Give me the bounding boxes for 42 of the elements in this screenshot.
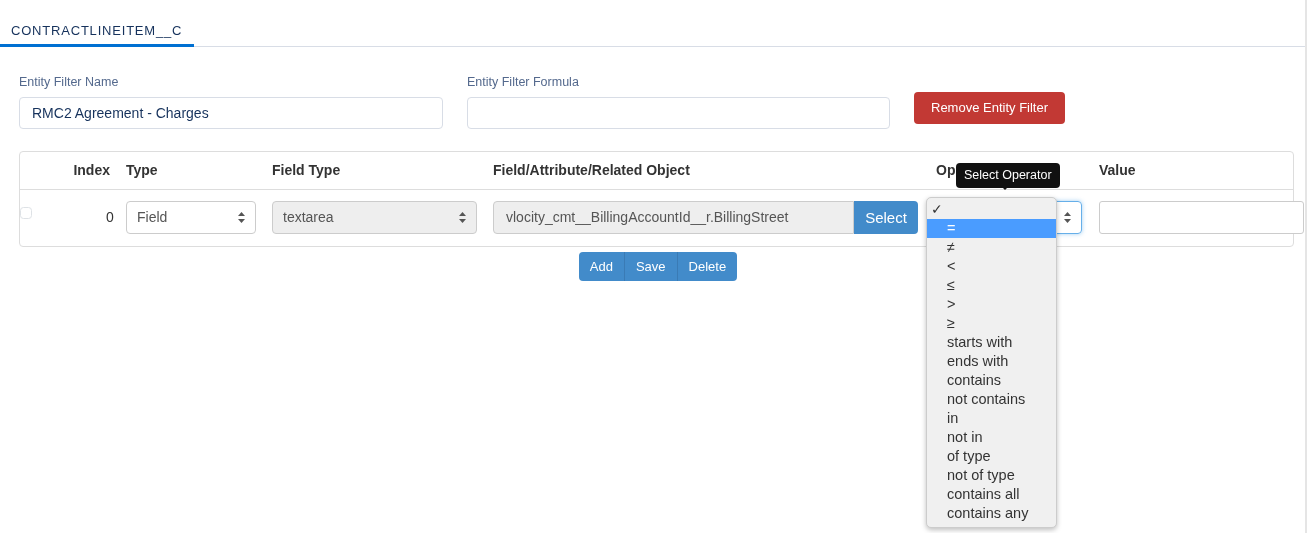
type-select[interactable]: Field [126,201,256,235]
menu-option[interactable]: not in [927,428,1056,447]
tab[interactable]: CONTRACTLINEITEM__C [0,0,195,47]
column-header: Field Type [272,160,342,180]
field-label: Entity Filter Name [19,74,119,91]
row-index: 0 [106,208,114,228]
checkmark-icon: ✓ [927,200,943,219]
column-header: Value [1099,160,1137,180]
menu-option[interactable]: < [927,257,1056,276]
field-label: Entity Filter Formula [467,74,579,91]
tooltip: Select Operator [956,163,1060,188]
menu-option[interactable]: contains all [927,485,1056,504]
sort-arrows-icon [1064,212,1071,224]
entity-filter-name-field[interactable]: RMC2 Agreement - Charges [19,96,443,129]
menu-option[interactable]: in [927,409,1056,428]
field-type-select[interactable]: textarea [272,201,477,235]
menu-option[interactable]: contains [927,371,1056,390]
menu-option[interactable]: contains any [927,504,1056,523]
field-input[interactable]: vlocity_cmt__BillingAccountId__r.BillingStreet [493,201,854,235]
column-header: Type [126,160,159,180]
menu-option[interactable]: not contains [927,390,1056,409]
menu-option[interactable]: ≤ [927,276,1056,295]
menu-option[interactable]: ≥ [927,314,1056,333]
save-button[interactable]: Save [624,251,678,281]
add-button[interactable]: Add [578,251,625,281]
sort-arrows-icon [459,212,466,224]
delete-button[interactable]: Delete [677,251,738,281]
menu-option[interactable]: of type [927,447,1056,466]
value-field[interactable] [1099,201,1304,235]
entity-filter-formula-field[interactable] [467,96,890,129]
menu-option[interactable]: > [927,295,1056,314]
column-header: Field/Attribute/Related Object [493,160,691,180]
column-header: Op [936,160,956,180]
column-header: Index [73,160,111,180]
select-button[interactable]: Select [854,201,918,235]
menu-option[interactable]: ends with [927,352,1056,371]
sort-arrows-icon [238,212,245,224]
menu-option[interactable]: ≠ [927,238,1056,257]
remove-entity-filter-button[interactable]: Remove Entity Filter [914,92,1066,124]
menu-option[interactable]: starts with [927,333,1056,352]
menu-option[interactable]: not of type [927,466,1056,485]
row-checkbox[interactable] [20,207,32,220]
